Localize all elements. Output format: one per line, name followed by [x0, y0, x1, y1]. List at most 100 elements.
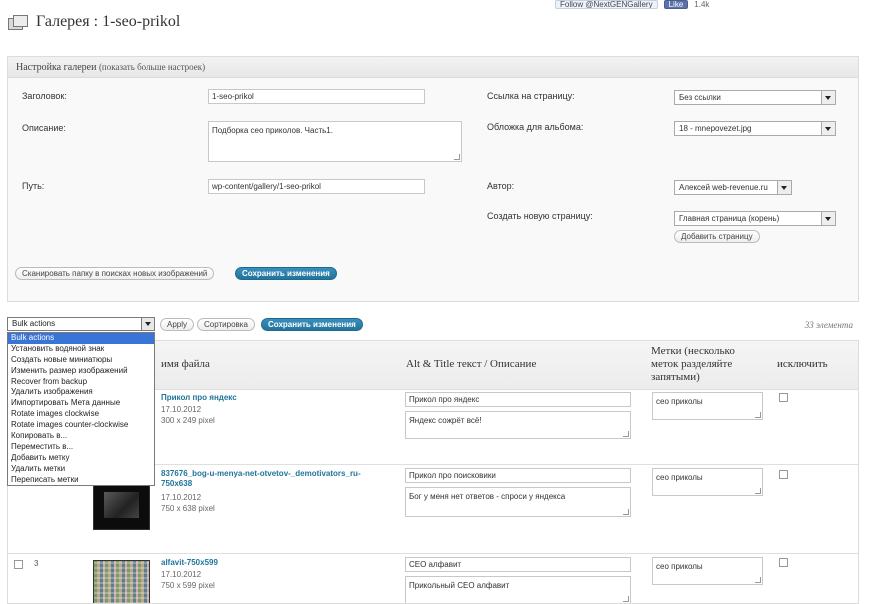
path-label: Путь: — [22, 181, 45, 191]
item-count: 33 элемента — [804, 320, 853, 330]
twitter-follow-button[interactable]: Follow @NextGENGallery — [555, 0, 658, 9]
title-input[interactable]: 1-seo-prikol — [208, 89, 425, 104]
col-alt-title: Alt & Title текст / Описание — [406, 358, 537, 370]
bulk-option-resize[interactable]: Изменить размер изображений — [8, 366, 154, 377]
page-header: Галерея : 1-seo-prikol — [8, 13, 180, 31]
author-value: Алексей web-revenue.ru — [679, 183, 768, 192]
new-page-label: Создать новую страницу: — [487, 211, 593, 221]
image-thumbnail[interactable] — [93, 560, 150, 603]
tags-textarea[interactable]: сео приколы — [652, 392, 763, 420]
add-page-button[interactable]: Добавить страницу — [674, 230, 760, 243]
row-number: 3 — [34, 559, 39, 568]
alt-text-input[interactable]: Прикол про яндекс — [405, 392, 631, 407]
alt-text-input[interactable]: СЕО алфавит — [405, 557, 631, 572]
page-link-label: Ссылка на страницу: — [487, 91, 575, 101]
facebook-like-button[interactable]: Like — [663, 0, 689, 9]
bulk-option-import-meta[interactable]: Импортировать Мета данные — [8, 398, 154, 409]
file-name-link[interactable]: alfavit-750x599 — [161, 558, 386, 568]
resize-handle-icon[interactable] — [755, 412, 761, 418]
resize-handle-icon[interactable] — [755, 577, 761, 583]
chevron-down-icon — [777, 181, 791, 194]
resize-handle-icon[interactable] — [623, 596, 629, 602]
file-dimensions: 750 x 599 pixel — [161, 581, 215, 590]
apply-button[interactable]: Apply — [160, 318, 195, 331]
file-date: 17.10.2012 — [161, 493, 202, 502]
album-cover-select[interactable]: 18 - mnepovezet.jpg — [674, 121, 836, 136]
description-text: Прикольный СЕО алфавит — [409, 581, 510, 590]
bulk-option-copy[interactable]: Копировать в... — [8, 431, 154, 442]
gallery-icon — [8, 15, 28, 30]
album-cover-label: Обложка для альбома: — [487, 122, 584, 132]
settings-heading: Настройка галереи — [16, 62, 97, 73]
resize-handle-icon[interactable] — [623, 509, 629, 515]
bulk-option-delete[interactable]: Удалить изображения — [8, 387, 154, 398]
bulk-option-overwrite-tags[interactable]: Переписать метки — [8, 475, 154, 486]
description-text: Бог у меня нет ответов - спроси у яндекс… — [409, 492, 566, 501]
author-label: Автор: — [487, 181, 515, 191]
file-date: 17.10.2012 — [161, 570, 202, 579]
tags-text: сео приколы — [656, 562, 703, 571]
chevron-down-icon — [821, 122, 835, 135]
resize-handle-icon[interactable] — [755, 488, 761, 494]
chevron-down-icon — [821, 212, 835, 225]
show-more-settings-link[interactable]: (показать больше настроек) — [99, 62, 205, 72]
author-select[interactable]: Алексей web-revenue.ru — [674, 180, 792, 195]
tags-textarea[interactable]: сео приколы — [652, 557, 763, 585]
bulk-option-new-thumbnails[interactable]: Создать новые миниатюры — [8, 355, 154, 366]
bulk-option-move[interactable]: Переместить в... — [8, 442, 154, 453]
save-settings-button[interactable]: Сохранить изменения — [235, 267, 337, 280]
tags-text: сео приколы — [656, 473, 703, 482]
bulk-option-bulk-actions[interactable]: Bulk actions — [8, 333, 154, 344]
album-cover-value: 18 - mnepovezet.jpg — [679, 124, 752, 133]
bulk-option-rotate-cw[interactable]: Rotate images clockwise — [8, 409, 154, 420]
exclude-checkbox[interactable] — [779, 393, 788, 402]
like-count: 1.4k — [694, 0, 710, 9]
page-title: Галерея : 1-seo-prikol — [36, 13, 181, 30]
save-changes-button[interactable]: Сохранить изменения — [261, 318, 363, 331]
bulk-option-add-tag[interactable]: Добавить метку — [8, 453, 154, 464]
tags-textarea[interactable]: сео приколы — [652, 468, 763, 496]
page-link-value: Без ссылки — [679, 93, 721, 102]
file-dimensions: 300 x 249 pixel — [161, 416, 215, 425]
col-exclude: исключить — [777, 358, 828, 370]
description-textarea[interactable]: Подборка сео приколов. Часть1. — [208, 121, 462, 162]
exclude-checkbox[interactable] — [779, 470, 788, 479]
table-row: 3 alfavit-750x599 17.10.2012 750 x 599 p… — [8, 554, 858, 603]
gallery-settings-panel: Настройка галереи (показать больше настр… — [7, 56, 859, 302]
chevron-down-icon — [821, 91, 835, 104]
scan-folder-button[interactable]: Сканировать папку в поисках новых изобра… — [15, 267, 215, 280]
bulk-actions-list: Bulk actions Установить водяной знак Соз… — [7, 332, 155, 487]
description-text: Подборка сео приколов. Часть1. — [212, 126, 333, 135]
col-tags: Метки (несколько меток разделяйте запяты… — [651, 345, 735, 383]
settings-header: Настройка галереи (показать больше настр… — [8, 57, 858, 78]
bulk-actions-select[interactable]: Bulk actions — [7, 317, 155, 331]
alt-text-input[interactable]: Прикол про поисковики — [405, 468, 631, 483]
bulk-option-watermark[interactable]: Установить водяной знак — [8, 344, 154, 355]
sort-button[interactable]: Сортировка — [197, 318, 255, 331]
bulk-actions-value: Bulk actions — [12, 319, 56, 328]
chevron-down-icon[interactable] — [141, 318, 154, 330]
file-name-link[interactable]: 837676_bog-u-menya-net-otvetov-_demotiva… — [161, 469, 386, 489]
exclude-checkbox[interactable] — [779, 558, 788, 567]
bulk-actions-dropdown[interactable]: Bulk actions Bulk actions Установить вод… — [7, 317, 155, 487]
bulk-option-rotate-ccw[interactable]: Rotate images counter-clockwise — [8, 420, 154, 431]
file-name-link[interactable]: Прикол про яндекс — [161, 393, 391, 403]
select-row-checkbox[interactable] — [14, 560, 23, 569]
description-label: Описание: — [22, 123, 66, 133]
description-textarea[interactable]: Бог у меня нет ответов - спроси у яндекс… — [405, 487, 631, 517]
resize-handle-icon[interactable] — [623, 431, 629, 437]
description-textarea[interactable]: Яндекс сожрёт всё! — [405, 411, 631, 439]
bulk-option-recover[interactable]: Recover from backup — [8, 377, 154, 388]
new-page-select[interactable]: Главная страница (корень) — [674, 211, 836, 226]
description-text: Яндекс сожрёт всё! — [409, 416, 482, 425]
bulk-option-delete-tags[interactable]: Удалить метки — [8, 464, 154, 475]
tags-text: сео приколы — [656, 397, 703, 406]
resize-handle-icon[interactable] — [454, 154, 460, 160]
new-page-value: Главная страница (корень) — [679, 214, 780, 223]
path-input[interactable]: wp-content/gallery/1-seo-prikol — [208, 179, 425, 194]
social-bar: Follow @NextGENGallery Like 1.4k — [555, 0, 710, 9]
image-thumbnail[interactable] — [93, 485, 150, 530]
file-date: 17.10.2012 — [161, 405, 202, 414]
col-filename[interactable]: имя файла — [161, 358, 210, 371]
page-link-select[interactable]: Без ссылки — [674, 90, 836, 105]
